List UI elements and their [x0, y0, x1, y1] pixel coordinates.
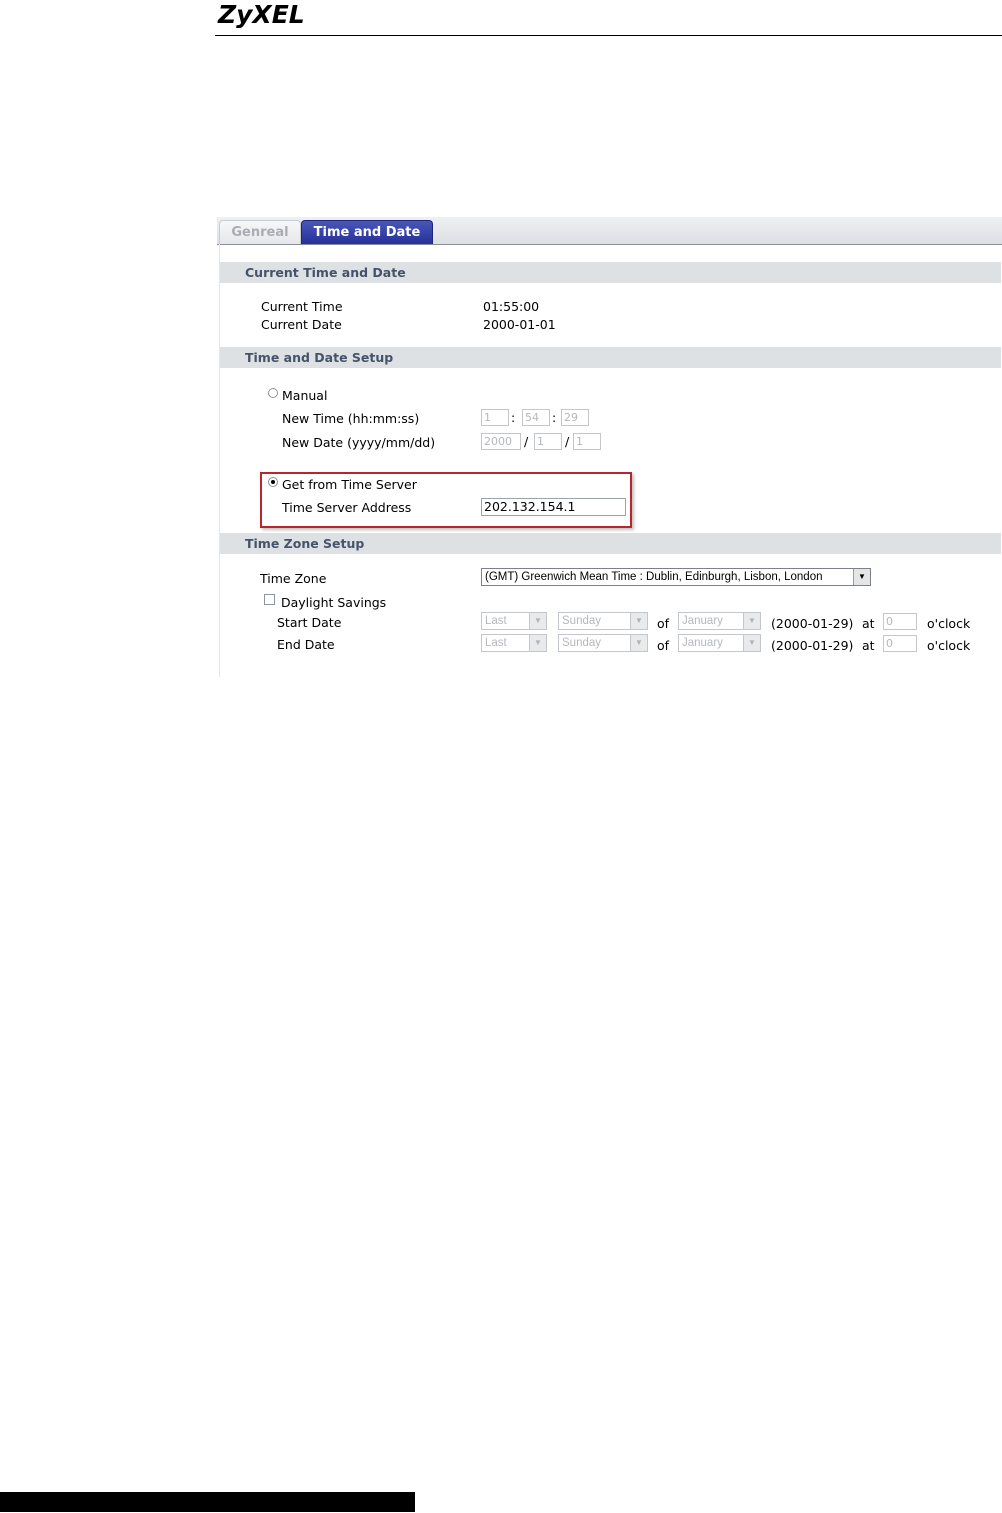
- time-zone-label: Time Zone: [260, 571, 327, 586]
- start-day-value: Sunday: [562, 615, 602, 627]
- new-time-minute-field[interactable]: 54: [522, 409, 550, 426]
- new-date-label: New Date (yyyy/mm/dd): [282, 435, 436, 450]
- current-time-label: Current Time: [261, 299, 343, 314]
- new-time-second-field[interactable]: 29: [561, 409, 589, 426]
- current-time-value: 01:55:00: [483, 299, 540, 314]
- start-week-select[interactable]: Last ▼: [481, 612, 547, 630]
- chevron-down-icon[interactable]: ▼: [853, 569, 870, 585]
- footer-bar: [0, 1492, 415, 1512]
- start-at-label: at: [862, 616, 875, 631]
- section-time-zone-setup: Time Zone Setup: [220, 533, 1001, 554]
- chevron-down-icon[interactable]: ▼: [529, 635, 546, 651]
- date-separator: /: [565, 434, 570, 449]
- start-of-label: of: [657, 616, 670, 631]
- end-day-select[interactable]: Sunday ▼: [558, 634, 648, 652]
- new-date-year-field[interactable]: 2000: [481, 433, 521, 450]
- start-oclock-label: o'clock: [927, 616, 971, 631]
- new-date-month-field[interactable]: 1: [534, 433, 562, 450]
- new-date-day-field[interactable]: 1: [573, 433, 601, 450]
- end-month-value: January: [682, 637, 723, 649]
- start-date-label: Start Date: [277, 615, 342, 630]
- chevron-down-icon[interactable]: ▼: [743, 613, 760, 629]
- daylight-savings-checkbox[interactable]: [264, 594, 275, 605]
- tab-time-and-date[interactable]: Time and Date: [301, 220, 433, 244]
- zyxel-logo: ZyXEL: [218, 0, 305, 29]
- end-at-label: at: [862, 638, 875, 653]
- end-hour-field[interactable]: 0: [883, 635, 917, 652]
- time-server-highlight: [260, 472, 632, 528]
- time-zone-value: (GMT) Greenwich Mean Time : Dublin, Edin…: [485, 571, 823, 583]
- tab-general[interactable]: Genreal: [219, 220, 301, 244]
- time-date-panel: Genreal Time and Date Current Time and D…: [217, 217, 1002, 677]
- manual-label: Manual: [282, 388, 328, 403]
- start-week-value: Last: [485, 615, 507, 627]
- start-hour-field[interactable]: 0: [883, 613, 917, 630]
- start-day-select[interactable]: Sunday ▼: [558, 612, 648, 630]
- start-date-preview: (2000-01-29): [771, 616, 854, 631]
- end-oclock-label: o'clock: [927, 638, 971, 653]
- time-separator: :: [552, 410, 557, 425]
- section-time-date-setup: Time and Date Setup: [220, 347, 1001, 368]
- end-week-select[interactable]: Last ▼: [481, 634, 547, 652]
- time-zone-select[interactable]: (GMT) Greenwich Mean Time : Dublin, Edin…: [481, 568, 871, 586]
- current-date-label: Current Date: [261, 317, 342, 332]
- end-date-preview: (2000-01-29): [771, 638, 854, 653]
- end-of-label: of: [657, 638, 670, 653]
- date-separator: /: [524, 434, 529, 449]
- time-separator: :: [511, 410, 516, 425]
- current-date-value: 2000-01-01: [483, 317, 556, 332]
- chevron-down-icon[interactable]: ▼: [529, 613, 546, 629]
- daylight-savings-label: Daylight Savings: [281, 595, 387, 610]
- manual-radio[interactable]: [268, 388, 278, 398]
- section-current-time-date: Current Time and Date: [220, 262, 1001, 283]
- chevron-down-icon[interactable]: ▼: [743, 635, 760, 651]
- start-month-value: January: [682, 615, 723, 627]
- header-divider: [215, 35, 1002, 36]
- chevron-down-icon[interactable]: ▼: [630, 635, 647, 651]
- new-time-hour-field[interactable]: 1: [481, 409, 509, 426]
- tab-bar: Genreal Time and Date: [217, 217, 1002, 245]
- start-month-select[interactable]: January ▼: [678, 612, 761, 630]
- end-date-label: End Date: [277, 637, 335, 652]
- tab-content: Current Time and Date Current Time 01:55…: [219, 244, 1002, 677]
- chevron-down-icon[interactable]: ▼: [630, 613, 647, 629]
- end-week-value: Last: [485, 637, 507, 649]
- end-month-select[interactable]: January ▼: [678, 634, 761, 652]
- new-time-label: New Time (hh:mm:ss): [282, 411, 420, 426]
- end-day-value: Sunday: [562, 637, 602, 649]
